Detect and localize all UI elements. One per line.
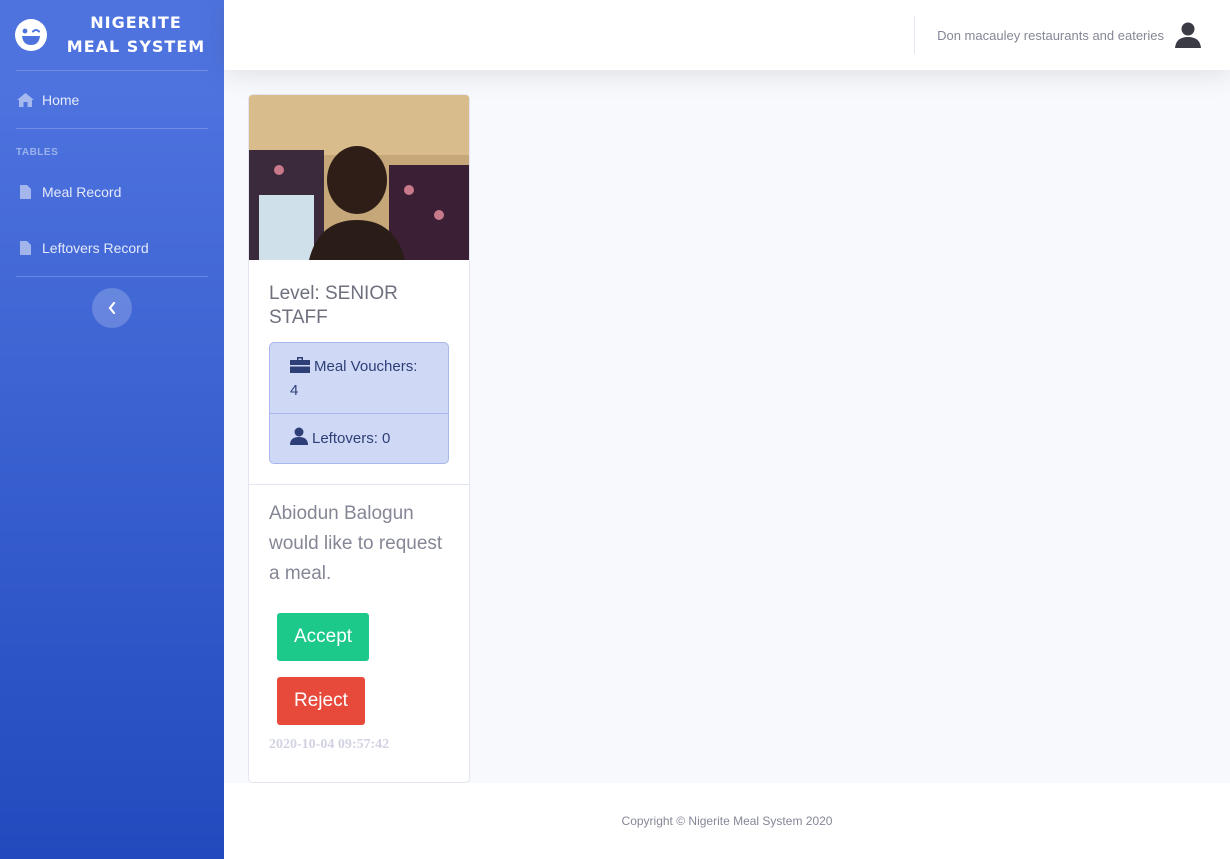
meal-request-card: Level: SENIOR STAFF Meal Vouchers: 4 Lef… bbox=[248, 94, 470, 783]
topbar-divider bbox=[914, 16, 915, 54]
request-timestamp: 2020-10-04 09:57:42 bbox=[269, 737, 390, 752]
meal-vouchers-value: 4 bbox=[290, 382, 299, 399]
chevron-left-icon bbox=[108, 302, 116, 314]
sidebar: NIGERITE MEAL SYSTEM Home TABLES Meal Re… bbox=[0, 0, 224, 859]
footer: Copyright © Nigerite Meal System 2020 bbox=[224, 783, 1230, 859]
leftovers-row: Leftovers: 0 bbox=[270, 413, 448, 463]
sidebar-item-meal-record[interactable]: Meal Record bbox=[0, 164, 224, 220]
sidebar-heading: TABLES bbox=[16, 147, 59, 158]
laughing-wink-icon bbox=[15, 19, 47, 51]
leftovers-label: Leftovers: bbox=[312, 430, 378, 447]
request-message: Abiodun Balogun would like to request a … bbox=[269, 503, 443, 584]
user-icon bbox=[290, 427, 308, 445]
meal-vouchers-label: Meal Vouchers: bbox=[314, 358, 418, 375]
staff-level: Level: SENIOR STAFF bbox=[269, 283, 398, 328]
user-name: Don macauley restaurants and eateries bbox=[937, 27, 1164, 43]
user-dropdown[interactable]: Don macauley restaurants and eateries bbox=[937, 18, 1202, 52]
sidebar-item-label: Home bbox=[42, 91, 80, 108]
leftovers-value: 0 bbox=[382, 430, 391, 447]
copyright-text: Copyright © Nigerite Meal System 2020 bbox=[621, 814, 833, 828]
sidebar-divider bbox=[16, 276, 208, 277]
accept-button[interactable]: Accept bbox=[277, 613, 370, 661]
sidebar-item-home[interactable]: Home bbox=[0, 71, 224, 128]
brand-name: NIGERITE MEAL SYSTEM bbox=[66, 11, 206, 59]
user-icon bbox=[1175, 22, 1201, 48]
home-icon bbox=[16, 92, 34, 108]
sidebar-item-label: Meal Record bbox=[42, 184, 122, 200]
brand-line-1: NIGERITE bbox=[90, 13, 182, 32]
briefcase-icon bbox=[290, 357, 310, 373]
sidebar-item-label: Leftovers Record bbox=[42, 240, 149, 256]
file-icon bbox=[16, 184, 34, 200]
topbar: Don macauley restaurants and eateries bbox=[224, 0, 1230, 70]
sidebar-item-leftovers-record[interactable]: Leftovers Record bbox=[0, 220, 224, 276]
voucher-info-box: Meal Vouchers: 4 Leftovers: 0 bbox=[269, 342, 449, 464]
sidebar-toggle-button[interactable] bbox=[92, 288, 132, 328]
meal-vouchers-row: Meal Vouchers: 4 bbox=[270, 343, 448, 413]
file-icon bbox=[16, 240, 34, 256]
sidebar-brand[interactable]: NIGERITE MEAL SYSTEM bbox=[0, 0, 224, 70]
reject-button[interactable]: Reject bbox=[277, 677, 365, 725]
brand-line-2: MEAL SYSTEM bbox=[66, 37, 206, 56]
profile-photo bbox=[249, 95, 469, 260]
